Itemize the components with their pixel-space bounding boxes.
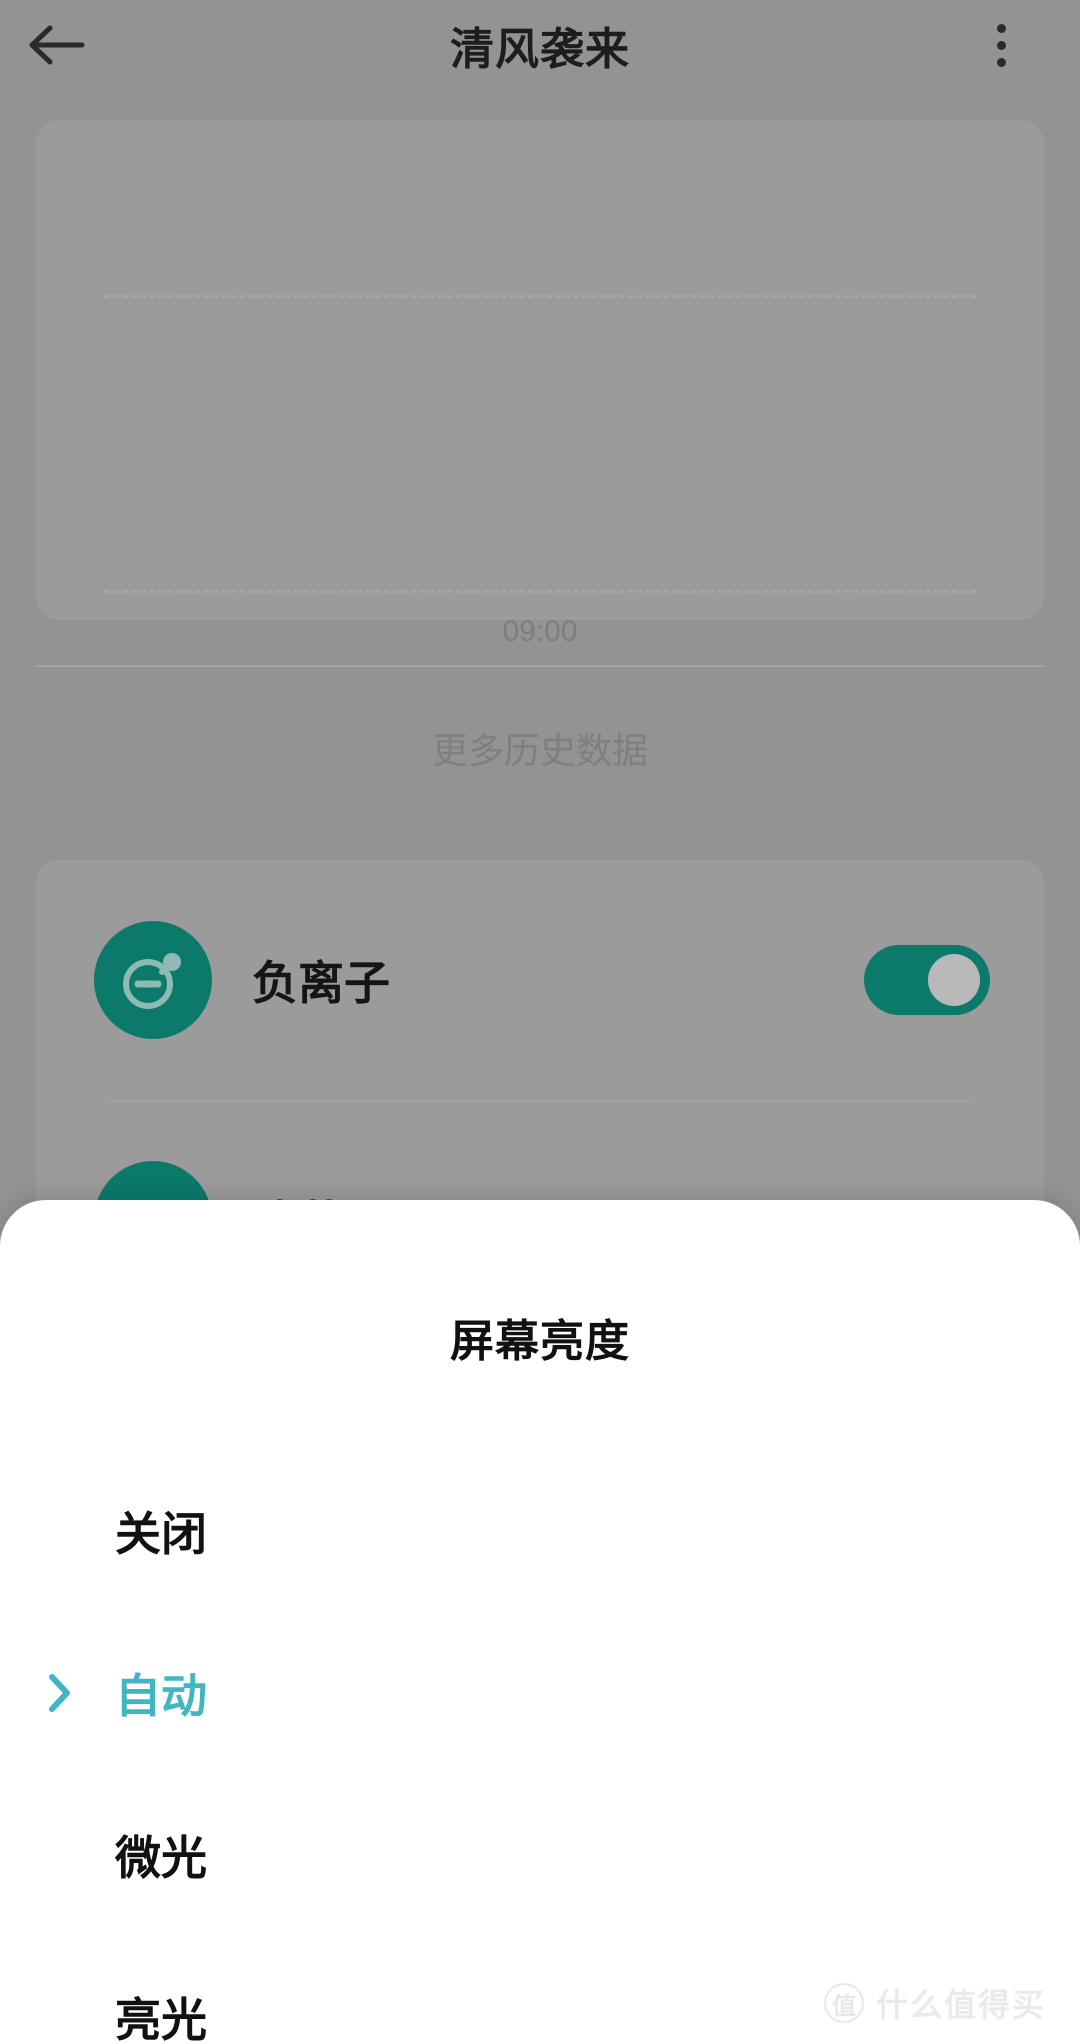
overflow-dot xyxy=(996,23,1006,33)
option-label: 微光 xyxy=(115,1832,207,1884)
arrow-left-icon xyxy=(24,23,86,67)
bottom-sheet-title: 屏幕亮度 xyxy=(450,1317,630,1366)
overflow-dot xyxy=(996,57,1006,67)
chart-gridline-upper xyxy=(104,295,976,298)
overflow-dot xyxy=(996,40,1006,50)
chart-gridline-lower xyxy=(104,590,976,593)
more-vertical-icon[interactable] xyxy=(974,18,1028,72)
option-label: 亮光 xyxy=(115,1994,207,2044)
brightness-option-bright[interactable]: 亮光 xyxy=(0,1936,1080,2044)
option-label: 关闭 xyxy=(115,1508,207,1560)
function-row-anion[interactable]: 负离子 xyxy=(36,860,1044,1100)
brightness-bottom-sheet: 屏幕亮度 关闭 自动 微光 亮光 值 什么值得买 xyxy=(0,1200,1080,2044)
option-label: 自动 xyxy=(115,1670,207,1722)
toggle-knob xyxy=(928,954,980,1006)
chart-card-divider xyxy=(36,665,1044,667)
back-button[interactable] xyxy=(0,0,110,90)
more-history-button[interactable]: 更多历史数据 xyxy=(36,700,1044,796)
anion-toggle[interactable] xyxy=(864,945,990,1015)
brightness-option-off[interactable]: 关闭 xyxy=(0,1450,1080,1612)
chart-x-tick-label: 09:00 xyxy=(502,615,578,648)
brightness-option-list: 关闭 自动 微光 亮光 xyxy=(0,1450,1080,2044)
anion-icon xyxy=(94,921,212,1039)
page-title: 清风袭来 xyxy=(450,25,630,74)
app-bar: 清风袭来 xyxy=(0,0,1080,90)
history-chart-card[interactable]: 09:00 xyxy=(36,120,1044,648)
brightness-option-auto[interactable]: 自动 xyxy=(0,1612,1080,1774)
brightness-option-dim[interactable]: 微光 xyxy=(0,1774,1080,1936)
function-label-anion: 负离子 xyxy=(252,957,390,1009)
chevron-right-icon xyxy=(40,1673,80,1713)
